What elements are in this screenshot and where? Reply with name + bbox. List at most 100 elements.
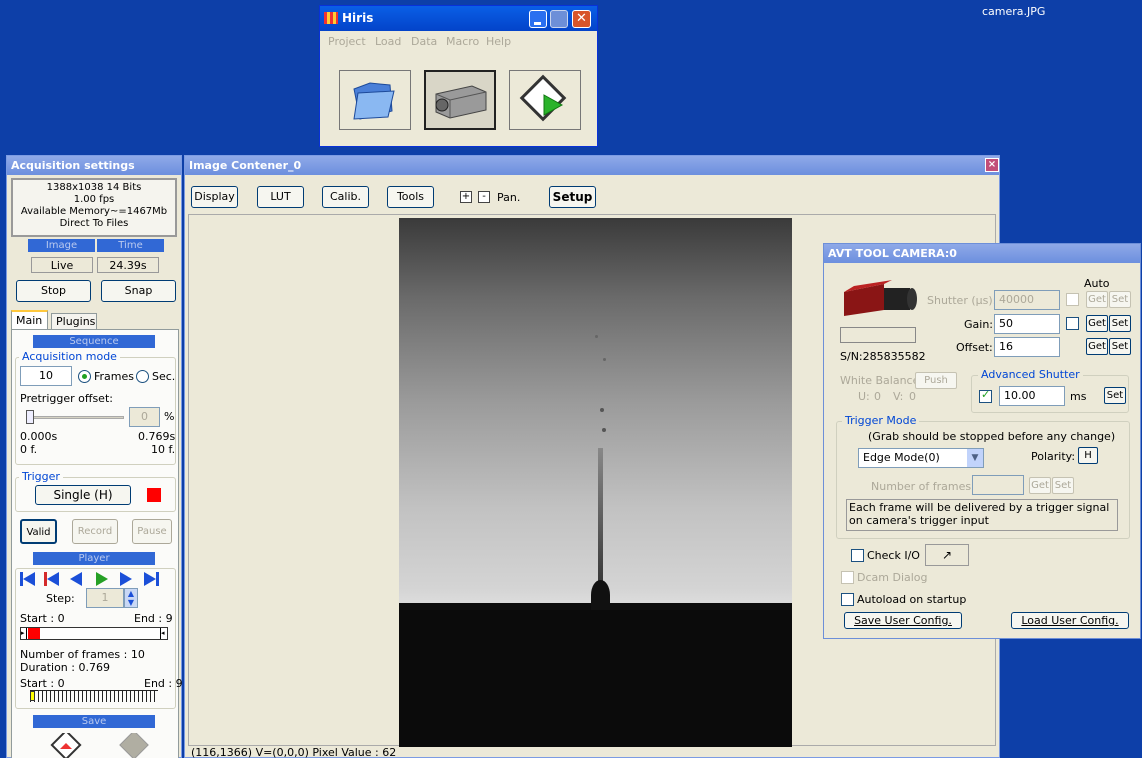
hiris-titlebar[interactable]: Hiris ✕ (320, 6, 597, 31)
advanced-shutter-set-button[interactable]: Set (1104, 387, 1126, 404)
minimize-button[interactable] (529, 10, 547, 28)
sec-radio[interactable] (136, 370, 149, 383)
pause-button[interactable]: Pause (132, 519, 172, 544)
menu-data[interactable]: Data (411, 35, 437, 48)
play-icon[interactable] (96, 572, 108, 586)
close-button[interactable]: ✕ (572, 10, 591, 28)
frames-count-input[interactable]: 10 (20, 366, 72, 386)
check-io-checkbox[interactable] (851, 549, 864, 562)
load-user-config-button[interactable]: Load User Config. (1011, 612, 1129, 629)
range-start-handle[interactable]: ▸ (21, 628, 27, 639)
sec-radio-label: Sec. (152, 370, 176, 383)
gain-input[interactable]: 50 (994, 314, 1060, 334)
push-button[interactable]: Push (915, 372, 957, 389)
gain-set-button[interactable]: Set (1109, 315, 1131, 332)
frames-radio-label: Frames (94, 370, 135, 383)
hiris-window: Hiris ✕ Project Load Data Macro Help (319, 5, 598, 147)
step-back-icon[interactable] (70, 572, 82, 586)
v-label: V: (893, 390, 904, 403)
trigger-mode-button[interactable]: Single (H) (35, 485, 131, 505)
calib-button[interactable]: Calib. (322, 186, 369, 208)
maximize-button[interactable] (550, 10, 568, 28)
number-of-frames-input[interactable] (972, 475, 1024, 495)
range-left-frames: 0 f. (20, 443, 38, 456)
save-user-config-button[interactable]: Save User Config. (844, 612, 962, 629)
frames-set-button[interactable]: Set (1052, 477, 1074, 494)
range-end-handle[interactable]: ◂ (160, 628, 167, 639)
gain-get-button[interactable]: Get (1086, 315, 1108, 332)
setup-button[interactable]: Setup (549, 186, 596, 208)
display-button[interactable]: Display (191, 186, 238, 208)
player-end-label: End : 9 (134, 612, 173, 625)
range-right-time: 0.769s (138, 430, 176, 443)
tools-button[interactable]: Tools (387, 186, 434, 208)
camera-frame[interactable] (399, 218, 792, 747)
timeline-ruler[interactable] (30, 690, 158, 702)
step-input[interactable]: 1 (86, 588, 124, 608)
step-spinner[interactable]: ▲ ▼ (124, 588, 138, 608)
acquisition-titlebar[interactable]: Acquisition settings (7, 156, 181, 175)
frames-get-button[interactable]: Get (1029, 477, 1051, 494)
offset-set-button[interactable]: Set (1109, 338, 1131, 355)
player-header: Player (33, 552, 155, 565)
timeline-cursor[interactable] (30, 691, 35, 701)
advanced-shutter-checkbox[interactable]: ✓ (979, 388, 992, 403)
shutter-input[interactable]: 40000 (994, 290, 1060, 310)
image-titlebar[interactable]: Image Contener_0 × (185, 156, 999, 175)
autoload-checkbox[interactable] (841, 593, 854, 606)
record-button[interactable]: Record (72, 519, 118, 544)
advanced-shutter-input[interactable]: 10.00 (999, 386, 1065, 406)
edge-mode-select[interactable]: Edge Mode(0) ▼ (858, 448, 984, 468)
video-button[interactable] (509, 70, 581, 130)
polarity-button[interactable]: H (1078, 447, 1098, 464)
snap-button[interactable]: Snap (101, 280, 176, 302)
shutter-label: Shutter (µs): (927, 294, 997, 307)
first-frame-icon[interactable] (20, 572, 35, 586)
shutter-set-button[interactable]: Set (1109, 291, 1131, 308)
open-project-button[interactable] (339, 70, 411, 130)
camera-button[interactable] (424, 70, 496, 130)
shutter-auto-checkbox[interactable] (1066, 293, 1079, 306)
menu-macro[interactable]: Macro (446, 35, 479, 48)
stop-button[interactable]: Stop (16, 280, 91, 302)
trigger-mode-title: Trigger Mode (842, 414, 920, 427)
avt-titlebar[interactable]: AVT TOOL CAMERA:0 (824, 244, 1140, 263)
menu-load[interactable]: Load (375, 35, 401, 48)
gain-label: Gain: (964, 318, 993, 331)
save-movie-icon[interactable] (48, 733, 84, 758)
camera-status-field (840, 327, 916, 343)
valid-button[interactable]: Valid (20, 519, 57, 544)
range-left-time: 0.000s (20, 430, 58, 443)
lut-button[interactable]: LUT (257, 186, 304, 208)
trigger-mode-note: (Grab should be stopped before any chang… (868, 430, 1116, 443)
acquisition-mode-title: Acquisition mode (19, 350, 120, 363)
desktop-file-label[interactable]: camera.JPG (982, 5, 1045, 18)
tab-plugins[interactable]: Plugins (51, 313, 97, 330)
dcam-dialog-checkbox[interactable] (841, 571, 854, 584)
menu-help[interactable]: Help (486, 35, 511, 48)
image-close-button[interactable]: × (985, 158, 999, 172)
dcam-dialog-label: Dcam Dialog (857, 571, 928, 584)
offset-get-button[interactable]: Get (1086, 338, 1108, 355)
rewind-icon[interactable] (44, 572, 59, 586)
last-frame-icon[interactable] (144, 572, 159, 586)
pretrigger-thumb[interactable] (26, 410, 34, 424)
pretrigger-slider[interactable] (26, 410, 124, 424)
pretrigger-value[interactable]: 0 (129, 407, 160, 427)
shutter-get-button[interactable]: Get (1086, 291, 1108, 308)
tab-main[interactable]: Main (11, 310, 48, 330)
zoom-out-button[interactable]: - (478, 191, 490, 203)
pan-label[interactable]: Pan. (497, 191, 520, 204)
step-forward-icon[interactable] (120, 572, 132, 586)
offset-input[interactable]: 16 (994, 337, 1060, 357)
gain-auto-checkbox[interactable] (1066, 317, 1079, 330)
player-start-label-2: Start : 0 (20, 677, 65, 690)
frame-range-bar[interactable]: ▸ ◂ (20, 627, 168, 640)
zoom-in-button[interactable]: + (460, 191, 472, 203)
save-image-icon[interactable] (116, 733, 152, 758)
frames-radio[interactable] (78, 370, 91, 383)
hiris-menubar: Project Load Data Macro Help (320, 34, 597, 50)
menu-project[interactable]: Project (328, 35, 366, 48)
droplet-stem (598, 448, 603, 593)
chevron-down-icon[interactable]: ▼ (967, 449, 983, 467)
